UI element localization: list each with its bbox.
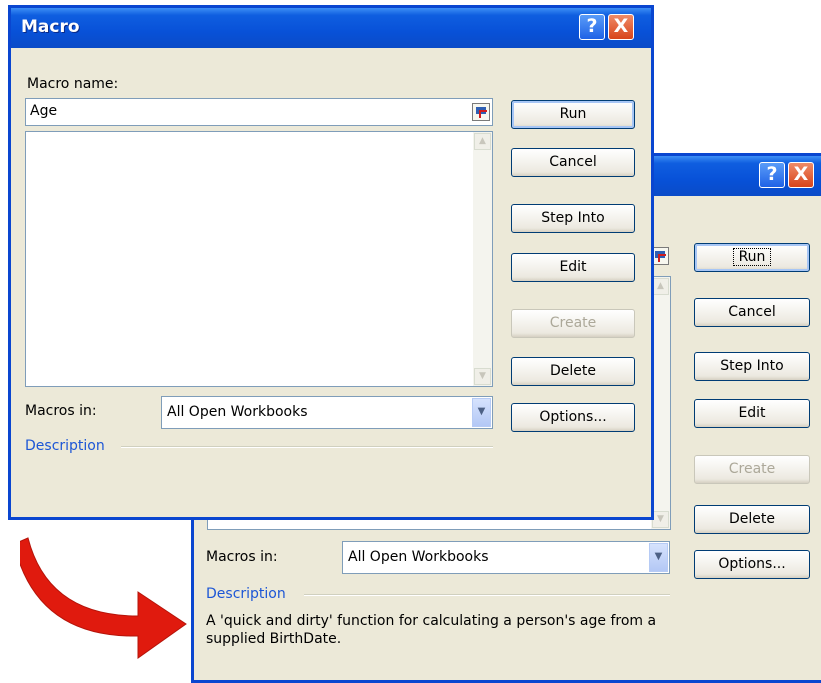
step-into-button[interactable]: Step Into — [511, 204, 635, 233]
description-label: Description — [206, 586, 286, 602]
scroll-down-icon[interactable]: ▼ — [652, 511, 669, 528]
chevron-down-icon[interactable]: ▼ — [649, 543, 668, 572]
help-button[interactable]: ? — [759, 162, 785, 188]
macros-in-label: Macros in: — [206, 549, 278, 565]
macros-in-select[interactable]: All Open Workbooks ▼ — [161, 396, 493, 429]
edit-button[interactable]: Edit — [694, 399, 810, 428]
macros-in-value: All Open Workbooks — [167, 404, 308, 420]
macro-dialog-before: Macro ? X Macro name: Age ▲ ▼ Macros in:… — [8, 5, 654, 520]
step-into-button[interactable]: Step Into — [694, 352, 810, 381]
chevron-down-icon[interactable]: ▼ — [472, 398, 491, 427]
description-label: Description — [25, 438, 105, 454]
scroll-down-icon[interactable]: ▼ — [474, 368, 491, 385]
create-button: Create — [511, 309, 635, 338]
run-button[interactable]: Run — [694, 243, 810, 272]
run-button[interactable]: Run — [511, 100, 635, 129]
close-button[interactable]: X — [608, 14, 634, 40]
close-icon: X — [793, 163, 809, 185]
delete-button[interactable]: Delete — [511, 357, 635, 386]
options-button[interactable]: Options... — [694, 550, 810, 579]
close-button[interactable]: X — [788, 162, 814, 188]
close-icon: X — [613, 15, 629, 37]
scroll-up-icon[interactable]: ▲ — [652, 278, 669, 295]
dialog-title: Macro — [21, 17, 80, 37]
scroll-up-icon[interactable]: ▲ — [474, 133, 491, 150]
macros-in-select[interactable]: All Open Workbooks ▼ — [342, 541, 670, 574]
curved-arrow-icon — [20, 537, 187, 659]
help-icon: ? — [586, 15, 598, 37]
dialog-title-bar[interactable]: Macro ? X — [11, 8, 651, 48]
macro-name-label: Macro name: — [27, 76, 119, 92]
help-button[interactable]: ? — [579, 14, 605, 40]
macro-list[interactable]: ▲ ▼ — [25, 131, 493, 387]
help-icon: ? — [766, 163, 778, 185]
description-divider — [304, 594, 670, 596]
macro-list-scrollbar[interactable]: ▲ ▼ — [473, 132, 492, 386]
create-button: Create — [694, 455, 810, 484]
cancel-button[interactable]: Cancel — [694, 298, 810, 327]
macro-name-field[interactable]: Age — [25, 98, 493, 126]
options-button[interactable]: Options... — [511, 403, 635, 432]
cancel-button[interactable]: Cancel — [511, 148, 635, 177]
collapse-dialog-icon[interactable] — [472, 103, 490, 121]
delete-button[interactable]: Delete — [694, 505, 810, 534]
macros-in-label: Macros in: — [25, 403, 97, 419]
edit-button[interactable]: Edit — [511, 253, 635, 282]
macro-name-value: Age — [30, 103, 58, 119]
description-divider — [121, 446, 493, 448]
macros-in-value: All Open Workbooks — [348, 549, 489, 565]
description-text: A 'quick and dirty' function for calcula… — [206, 613, 657, 647]
